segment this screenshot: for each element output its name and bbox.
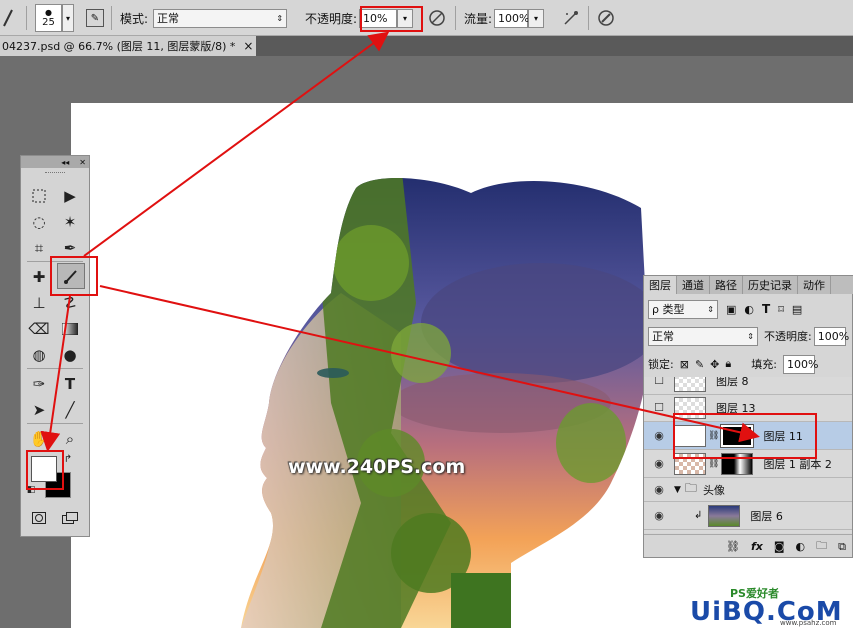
- site-logo: PS爱好者 UiBQ.CoM www.psahz.com: [690, 585, 853, 628]
- annotation-arrows: [40, 31, 760, 452]
- logo-url: www.psahz.com: [780, 619, 837, 627]
